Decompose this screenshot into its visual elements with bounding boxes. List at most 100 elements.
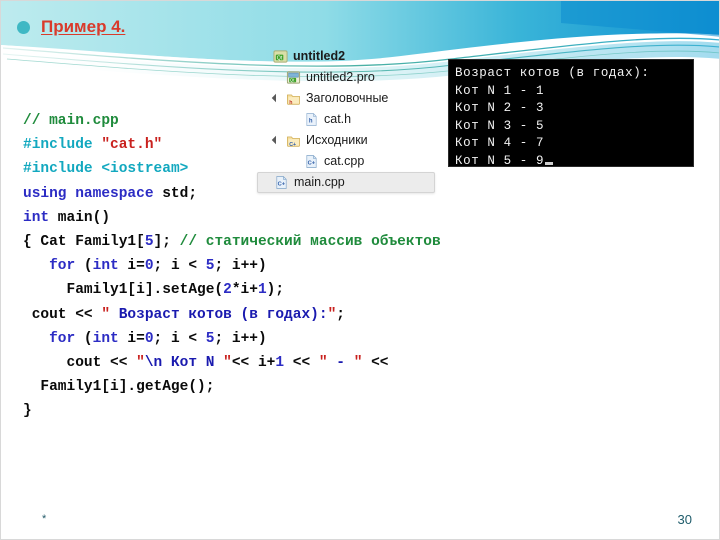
code-token: *i+	[231, 282, 258, 299]
code-line: Family1[i].getAge();	[23, 375, 663, 399]
code-token: "	[136, 354, 145, 371]
code-token: ; i <	[153, 330, 206, 347]
code-token: #include	[23, 137, 102, 154]
code-token: "	[327, 306, 337, 323]
code-line: cout << " Возраст котов (в годах):";	[23, 303, 663, 327]
code-token: <<	[284, 354, 319, 371]
console-line: Кот N 3 - 5	[455, 118, 545, 133]
code-token: );	[266, 282, 285, 299]
tree-item-cat.cpp[interactable]: C+ cat.cpp	[259, 151, 435, 172]
tree-item-label: Заголовочные	[306, 91, 389, 106]
tree-item-label: cat.h	[324, 112, 352, 127]
svg-text:Qt: Qt	[277, 55, 283, 61]
svg-text:h: h	[309, 118, 313, 124]
console-output: Возраст котов (в годах): Кот N 1 - 1 Кот N…	[448, 59, 694, 167]
code-token: << i+	[231, 354, 276, 371]
code-token: (	[75, 258, 93, 275]
code-token: "	[223, 354, 232, 371]
tree-item-untitled2[interactable]: Qt untitled2	[259, 46, 435, 67]
code-token: 1	[257, 282, 267, 299]
tree-item-main.cpp[interactable]: C+ main.cpp	[257, 172, 435, 193]
code-token: main()	[49, 209, 111, 226]
code-token: int	[92, 258, 119, 275]
console-line: Кот N 4 - 7	[455, 136, 545, 150]
code-token: 0	[144, 258, 154, 275]
code-token: cout <<	[23, 306, 102, 323]
code-token: "cat.h"	[101, 137, 163, 154]
expand-arrow-icon[interactable]	[272, 136, 281, 145]
svg-text:C+: C+	[308, 161, 316, 167]
code-token: -	[327, 354, 354, 371]
code-token: ; i <	[153, 258, 206, 275]
svg-text:C+: C+	[278, 182, 286, 188]
tree-item-label: untitled2.pro	[306, 70, 375, 85]
code-line: cout << "\n Кот N "<< i+1 << " - " <<	[23, 351, 663, 375]
code-token: <iostream>	[101, 161, 189, 178]
code-token: (	[75, 330, 93, 347]
bullet-icon	[17, 20, 30, 34]
code-token: <<	[362, 354, 389, 371]
cpp-file-icon: C+	[276, 176, 287, 189]
page-title: Пример 4.	[41, 17, 126, 36]
code-token: // статический массив объектов	[179, 233, 441, 250]
code-token: \n Кот N	[144, 354, 224, 371]
code-token: ];	[153, 233, 180, 250]
tree-item-label: untitled2	[293, 49, 346, 64]
code-token: Возраст котов (в годах):	[110, 306, 328, 323]
project-tree[interactable]: Qt untitled2 Qt untitled2.pro h Заголовочные h…	[257, 46, 435, 193]
code-line: { Cat Family1[5]; // статический массив …	[23, 230, 663, 254]
svg-text:C+: C+	[289, 142, 296, 148]
console-line: Кот N 1 - 1	[455, 83, 545, 98]
code-line: int main()	[23, 206, 663, 230]
tree-item-label: Исходники	[306, 133, 368, 148]
code-token: i=	[118, 330, 145, 347]
code-token: int	[23, 209, 50, 226]
code-token: Family1[i].getAge();	[23, 379, 215, 396]
code-token: using namespace	[23, 185, 163, 202]
code-token: // main.cpp	[23, 113, 119, 129]
slide-number: 30	[677, 512, 692, 527]
code-token: Family1[i].setAge(	[23, 282, 224, 299]
code-token: for	[49, 258, 76, 275]
tree-item-заголовочные[interactable]: h Заголовочные	[259, 88, 435, 109]
tree-item-untitled2.pro[interactable]: Qt untitled2.pro	[259, 67, 435, 88]
code-token: std;	[162, 185, 198, 202]
code-token: }	[23, 403, 32, 420]
console-line: Возраст котов (в годах):	[455, 66, 650, 80]
code-token: ;	[336, 306, 345, 323]
code-token: int	[92, 330, 119, 347]
code-token: for	[49, 330, 76, 347]
cursor-caret	[545, 161, 554, 165]
expand-arrow-icon[interactable]	[272, 94, 281, 103]
folder-cpp-icon: C+	[287, 136, 300, 148]
code-token: 5	[144, 233, 154, 250]
tree-item-label: cat.cpp	[324, 154, 365, 169]
code-token: 1	[275, 354, 285, 371]
qt-project-icon: Qt	[273, 50, 288, 63]
tree-item-исходники[interactable]: C+ Исходники	[259, 130, 435, 151]
code-line: }	[23, 399, 663, 423]
code-token: 0	[144, 330, 154, 347]
footer-star: *	[42, 513, 47, 525]
code-token: i=	[118, 258, 145, 275]
folder-h-icon: h	[287, 94, 300, 106]
tree-item-label: main.cpp	[294, 175, 345, 190]
code-token: ; i++)	[214, 330, 267, 347]
code-token: ; i++)	[214, 258, 267, 275]
code-token: "	[318, 354, 328, 371]
code-line: for (int i=0; i < 5; i++)	[23, 327, 663, 351]
code-token: cout <<	[23, 354, 137, 371]
tree-item-cat.h[interactable]: h cat.h	[259, 109, 435, 130]
pro-file-icon: Qt	[286, 71, 301, 84]
slide-title-row: Пример 4.	[17, 17, 125, 37]
code-line: for (int i=0; i < 5; i++)	[23, 254, 663, 278]
slide: Пример 4. // main.cpp #include "cat.h" #in…	[0, 0, 720, 540]
svg-text:h: h	[289, 100, 292, 106]
code-token: #include	[23, 161, 102, 178]
